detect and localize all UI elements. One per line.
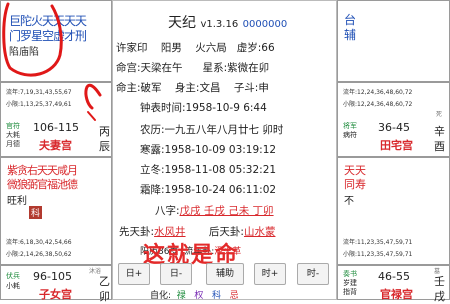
solar-term-3: 霜降:1958-10-24 06:11:02 <box>140 184 277 196</box>
hour-minus-button[interactable]: 时- <box>297 263 329 285</box>
left-low-flow-year: 流年:6,18,30,42,54,66 <box>6 239 72 246</box>
right-top-branch: 酉 <box>434 140 445 153</box>
bazi-label: 八字: <box>155 205 180 217</box>
palace-right-mid[interactable]: 流年:12,24,36,48,60,72 小限:12,24,36,48,60,7… <box>337 82 450 157</box>
right-bottom-stem: 壬 <box>434 275 445 288</box>
star-system: 星系:紫微在卯 <box>202 62 270 74</box>
palace-top-left-row3: 陷庙陷 <box>9 47 39 58</box>
right-top-minor-limit: 小限:12,24,36,48,60,72 <box>343 101 413 108</box>
center-line-3: 命主:破军 身主:文昌 子斗:申 <box>116 80 269 95</box>
app-code: 0000000 <box>242 19 288 30</box>
left-mid-palace[interactable]: 夫妻宫 <box>39 137 72 153</box>
person-name: 许家印 <box>116 42 148 54</box>
left-bottom-stem: 乙 <box>99 275 110 288</box>
self-transform-row: 自化: 禄 权 科 忌 <box>150 288 239 301</box>
day-minus-button[interactable]: 日- <box>160 263 192 285</box>
life-palace: 命宫:天梁在午 <box>116 62 183 74</box>
palace-left-mid[interactable]: 流年:7,19,31,43,55,67 小限:1,13,25,37,49,61 … <box>0 82 112 157</box>
palace-top-right[interactable]: 台 辅 <box>337 0 450 82</box>
zi-dou: 子斗:申 <box>233 82 269 94</box>
left-low-minor-limit: 小限:2,14,26,38,50,62 <box>6 251 72 258</box>
left-low-row2: 微狼弼官福池德 <box>7 178 78 191</box>
palace-top-left-row2: 门罗星空虚才刑 <box>9 29 87 43</box>
right-bottom-branch: 戌 <box>434 290 445 303</box>
life-master: 命主:破军 <box>116 82 162 94</box>
body-master: 身主:文昌 <box>174 82 221 94</box>
right-mid-row2: 同寿 <box>344 178 366 191</box>
right-top-god2: 病符 <box>343 131 357 139</box>
right-top-flow-year: 流年:12,24,36,48,60,72 <box>343 89 413 96</box>
app-title: 天纪 v1.3.16 0000000 <box>168 12 287 32</box>
left-low-row3: 旺利 <box>7 196 27 207</box>
center-line-1: 许家印 阳男 火六局 虚岁:66 <box>116 40 275 55</box>
right-top-side: 死 <box>436 111 443 118</box>
palace-left-low[interactable]: 紫贪右天天咸月 微狼弼官福池德 旺利 科 流年:6,18,30,42,54,66… <box>0 157 112 265</box>
palace-right-low[interactable]: 天天 同寿 不 流年:11,23,35,47,59,71 小限:11,23,35… <box>337 157 450 265</box>
clock-time: 钟表时间:1958-10-9 6:44 <box>140 102 267 114</box>
left-bottom-branch: 卯 <box>99 290 110 303</box>
right-mid-row3: 不 <box>344 196 354 207</box>
left-mid-stem: 丙 <box>99 125 110 138</box>
houtian-value[interactable]: 山水蒙 <box>244 226 276 238</box>
left-mid-flow-year: 流年:7,19,31,43,55,67 <box>6 89 72 96</box>
solar-term-2: 立冬:1958-11-08 05:32:21 <box>140 164 277 176</box>
element-bureau: 火六局 <box>195 42 227 54</box>
assist-button[interactable]: 辅助 <box>206 263 244 285</box>
app-version: v1.3.16 <box>200 19 239 30</box>
palace-right-bottom[interactable]: 奏书 岁建 指背 46-55 官禄宫 墓 壬 戌 <box>337 265 450 303</box>
right-mid-minor-limit: 小限:11,23,35,47,59,71 <box>343 251 413 258</box>
left-bottom-god1: 伏兵 <box>6 272 20 280</box>
right-top-stem: 辛 <box>434 125 445 138</box>
right-bottom-range: 46-55 <box>378 270 410 283</box>
left-mid-branch: 辰 <box>99 140 110 153</box>
center-line-2: 命宫:天梁在午 星系:紫微在卯 <box>116 60 269 75</box>
left-low-tag: 科 <box>29 206 43 219</box>
top-right-star2: 辅 <box>344 28 357 42</box>
palace-top-left[interactable]: 巨陀火天天天天 门罗星空虚才刑 陷庙陷 <box>0 0 112 82</box>
palace-left-bottom[interactable]: 伏兵 小耗 96-105 子女宫 沐浴 乙 卯 <box>0 265 112 303</box>
right-top-range: 36-45 <box>378 121 410 134</box>
left-bottom-god2: 小耗 <box>6 282 20 290</box>
left-mid-god3: 月德 <box>6 140 20 148</box>
bazi-line: 八字:戊戌 壬戌 己未 丁卯 <box>155 203 274 218</box>
lunar-date: 农历:一九五八年八月廿七 卯时 <box>140 124 284 136</box>
left-mid-minor-limit: 小限:1,13,25,37,49,61 <box>6 101 72 108</box>
hour-plus-button[interactable]: 时+ <box>254 263 286 285</box>
left-mid-range: 106-115 <box>33 121 79 134</box>
nominal-age: 虚岁:66 <box>236 42 275 54</box>
right-bottom-god3: 指背 <box>343 288 357 296</box>
right-top-palace[interactable]: 田宅宫 <box>380 137 413 153</box>
bazi-value: 戊戌 壬戌 己未 丁卯 <box>179 205 274 217</box>
day-plus-button[interactable]: 日+ <box>118 263 150 285</box>
gender: 阳男 <box>160 42 182 54</box>
right-mid-flow-year: 流年:11,23,35,47,59,71 <box>343 239 413 246</box>
left-bottom-range: 96-105 <box>33 270 72 283</box>
app-name: 天纪 <box>168 15 196 31</box>
solar-term-1: 寒露:1958-10-09 03:19:12 <box>140 144 277 156</box>
